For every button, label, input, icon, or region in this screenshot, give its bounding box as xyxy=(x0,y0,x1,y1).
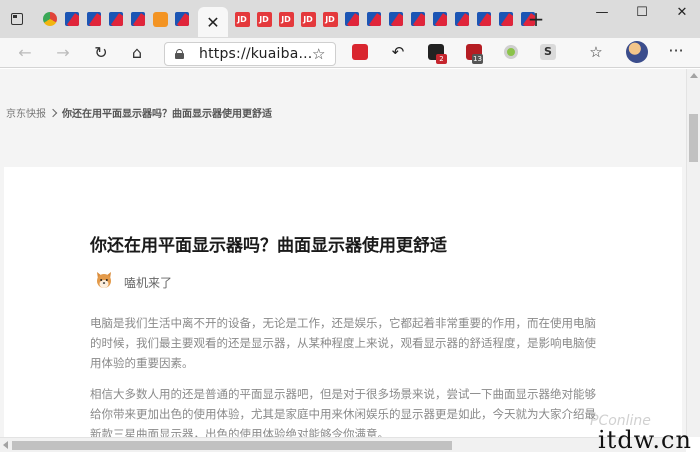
maximize-button[interactable]: ☐ xyxy=(632,4,652,22)
minimize-button[interactable]: — xyxy=(592,4,612,22)
browser-tab[interactable] xyxy=(62,9,82,29)
browser-tab[interactable] xyxy=(364,9,384,29)
brand-favicon-icon xyxy=(345,12,359,26)
browser-tab[interactable]: JD xyxy=(298,9,318,29)
scroll-left-arrow-icon[interactable] xyxy=(3,441,8,449)
s-extension-icon[interactable]: S xyxy=(540,44,556,60)
extension-badge: 13 xyxy=(472,54,483,64)
brand-favicon-icon xyxy=(175,12,189,26)
browser-tab[interactable]: JD xyxy=(254,9,274,29)
reload-button[interactable]: ↻ xyxy=(90,42,112,64)
undo-arrow-extension-icon[interactable]: ↶ xyxy=(390,44,406,60)
browser-tab[interactable] xyxy=(106,9,126,29)
browser-tab[interactable] xyxy=(452,9,472,29)
browser-tab[interactable] xyxy=(40,9,60,29)
vertical-scrollbar-thumb[interactable] xyxy=(689,114,698,162)
article-paragraph: 相信大多数人用的还是普通的平面显示器吧，但是对于很多场景来说，尝试一下曲面显示器… xyxy=(90,387,596,437)
browser-tab[interactable] xyxy=(150,9,170,29)
url-text[interactable]: https://kuaiba... xyxy=(199,46,312,62)
browser-tab[interactable] xyxy=(128,9,148,29)
breadcrumb: 京东快报 你还在用平面显示器吗？曲面显示器使用更舒适 xyxy=(6,105,272,120)
green-circle-extension-icon[interactable] xyxy=(504,45,518,59)
brand-favicon-icon xyxy=(411,12,425,26)
favorite-star-icon[interactable]: ☆ xyxy=(312,45,325,63)
brand-favicon-icon xyxy=(367,12,381,26)
scroll-up-arrow-icon[interactable] xyxy=(690,73,698,78)
orange-favicon-icon xyxy=(152,11,168,27)
browser-tab[interactable] xyxy=(408,9,428,29)
extension-badge: 2 xyxy=(436,54,447,64)
article-card: 你还在用平面显示器吗？曲面显示器使用更舒适 嗑机来了 电脑是我们生活中离不开的设… xyxy=(4,167,682,437)
brand-favicon-icon xyxy=(87,12,101,26)
close-window-button[interactable]: ✕ xyxy=(672,4,692,22)
back-button[interactable]: ← xyxy=(14,42,36,64)
vertical-scrollbar[interactable] xyxy=(686,69,700,437)
new-tab-button[interactable]: + xyxy=(526,9,546,29)
close-tab-icon[interactable]: ✕ xyxy=(206,13,219,32)
home-button[interactable]: ⌂ xyxy=(126,42,148,64)
dog-avatar-icon[interactable] xyxy=(94,270,114,290)
tab-list: ✕ JD JD JD JD JD xyxy=(40,7,540,37)
horizontal-scrollbar-thumb[interactable] xyxy=(12,441,452,450)
brand-favicon-icon xyxy=(109,12,123,26)
browser-tab[interactable] xyxy=(496,9,516,29)
horizontal-scrollbar[interactable] xyxy=(0,437,686,452)
breadcrumb-root-link[interactable]: 京东快报 xyxy=(6,109,46,120)
browser-tab[interactable] xyxy=(84,9,104,29)
browser-tab[interactable]: JD xyxy=(320,9,340,29)
browser-tab[interactable] xyxy=(474,9,494,29)
chrome-favicon-icon xyxy=(43,12,57,26)
chevron-right-icon xyxy=(48,108,58,118)
jd-favicon-icon: JD xyxy=(322,11,338,27)
settings-menu-button[interactable]: ··· xyxy=(664,42,688,64)
page-viewport: 京东快报 你还在用平面显示器吗？曲面显示器使用更舒适 你还在用平面显示器吗？曲面显… xyxy=(0,69,686,437)
browser-tab[interactable]: JD xyxy=(276,9,296,29)
browser-tab[interactable] xyxy=(430,9,450,29)
tab-actions-icon xyxy=(11,13,23,25)
browser-tab[interactable] xyxy=(172,9,192,29)
brand-favicon-icon xyxy=(433,12,447,26)
red-bookmark-extension-icon[interactable] xyxy=(352,44,368,60)
browser-tab[interactable]: JD xyxy=(232,9,252,29)
address-bar[interactable]: https://kuaiba... ☆ xyxy=(164,42,336,66)
itdw-watermark: itdw.cn xyxy=(598,426,692,452)
browser-toolbar: ← → ↻ ⌂ https://kuaiba... ☆ ↶ 2 13 S ☆ ·… xyxy=(0,38,700,68)
jd-favicon-icon: JD xyxy=(256,11,272,27)
favorites-icon[interactable]: ☆ xyxy=(588,44,604,60)
author-name[interactable]: 嗑机来了 xyxy=(124,274,172,291)
profile-avatar[interactable] xyxy=(626,41,648,63)
brand-favicon-icon xyxy=(131,12,145,26)
browser-tab[interactable] xyxy=(342,9,362,29)
browser-tab[interactable] xyxy=(386,9,406,29)
active-tab[interactable]: ✕ xyxy=(198,7,228,37)
tab-actions-button[interactable] xyxy=(8,10,26,28)
article-paragraph: 电脑是我们生活中离不开的设备，无论是工作，还是娱乐，它都起着非常重要的作用，而在… xyxy=(90,316,596,370)
jd-favicon-icon: JD xyxy=(278,11,294,27)
breadcrumb-current: 你还在用平面显示器吗？曲面显示器使用更舒适 xyxy=(62,109,272,120)
article-title: 你还在用平面显示器吗？曲面显示器使用更舒适 xyxy=(90,236,447,256)
lock-icon[interactable] xyxy=(175,49,184,59)
brand-favicon-icon xyxy=(477,12,491,26)
tab-strip: ✕ JD JD JD JD JD + — ☐ ✕ xyxy=(0,0,700,38)
brand-favicon-icon xyxy=(455,12,469,26)
brand-favicon-icon xyxy=(65,12,79,26)
jd-favicon-icon: JD xyxy=(300,11,316,27)
jd-favicon-icon: JD xyxy=(234,11,250,27)
brand-favicon-icon xyxy=(389,12,403,26)
forward-button[interactable]: → xyxy=(52,42,74,64)
brand-favicon-icon xyxy=(499,12,513,26)
